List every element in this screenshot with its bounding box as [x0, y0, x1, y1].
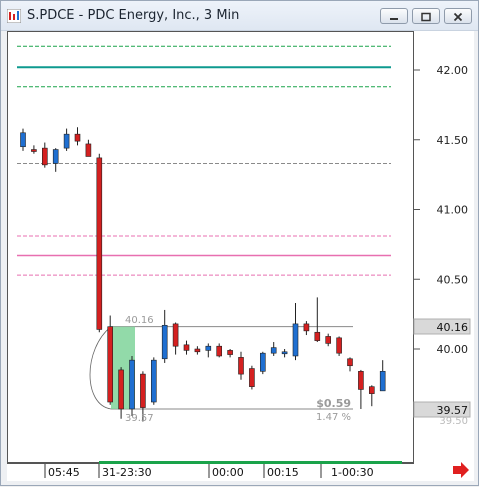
restore-button[interactable]	[412, 8, 440, 24]
plot-area[interactable]	[7, 31, 414, 463]
price-axis[interactable]	[414, 31, 474, 463]
close-button[interactable]	[444, 8, 472, 24]
chart-window: S.PDCE - PDC Energy, Inc., 3 Min 40.16 3…	[0, 0, 479, 486]
minimize-button[interactable]	[380, 8, 408, 24]
time-axis[interactable]	[7, 463, 414, 481]
axis-corner	[414, 463, 474, 481]
minimize-icon	[390, 18, 398, 20]
chart-app-icon	[7, 9, 21, 23]
close-icon	[453, 12, 463, 22]
window-title: S.PDCE - PDC Energy, Inc., 3 Min	[27, 8, 240, 23]
restore-icon	[421, 12, 431, 22]
title-bar[interactable]: S.PDCE - PDC Energy, Inc., 3 Min	[1, 1, 478, 31]
